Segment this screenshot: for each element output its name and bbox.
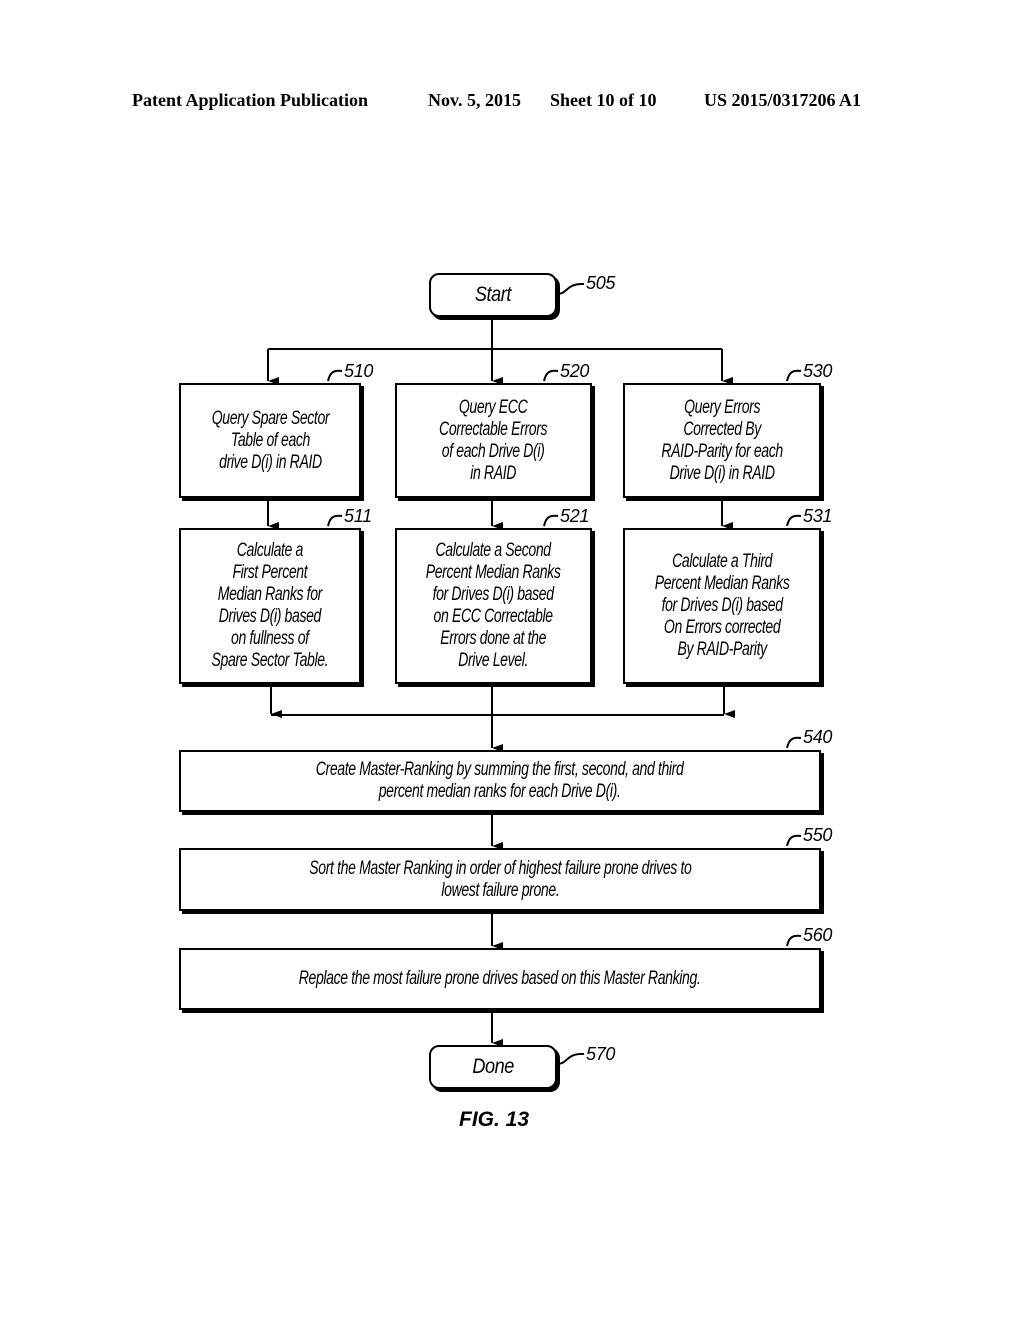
ref-531: 531 (803, 506, 833, 526)
ref-511: 511 (344, 506, 372, 526)
node-text-line: Query Spare Sector (211, 407, 329, 429)
node-text-line: Median Ranks for (217, 584, 323, 605)
leader-540 (786, 736, 802, 749)
node-text-line: Correctable Errors (439, 418, 548, 440)
ref-510: 510 (344, 361, 374, 381)
leader-570 (556, 1052, 585, 1065)
ref-520: 520 (560, 361, 590, 381)
node-text-line: for Drives D(i) based (432, 584, 555, 605)
node-text-line: Query ECC (459, 396, 528, 418)
node-text-line: Drive D(i) in RAID (669, 462, 775, 484)
node-text-line: Replace the most failure prone drives ba… (299, 968, 701, 989)
replace-drives-node: Replace the most failure prone drives ba… (179, 948, 821, 1010)
node-text-line: drive D(i) in RAID (218, 451, 322, 473)
start-node: Start (429, 273, 557, 317)
calc-second-rank-node: Calculate a Second Percent Median Ranks … (395, 528, 592, 684)
node-text-line: Query Errors (683, 396, 760, 418)
node-text-line: Spare Sector Table. (211, 650, 329, 671)
node-text-line: Corrected By (683, 418, 761, 440)
leader-521 (543, 514, 559, 527)
leader-505 (556, 282, 585, 295)
node-text-line: Percent Median Ranks (426, 562, 561, 583)
ref-550: 550 (803, 825, 833, 845)
ref-521: 521 (560, 506, 590, 526)
node-text-line: percent median ranks for each Drive D(i)… (379, 781, 621, 802)
node-text-line: On Errors corrected (663, 617, 781, 638)
ref-540: 540 (803, 727, 833, 747)
node-text-line: for Drives D(i) based (661, 595, 783, 616)
node-text-line: Errors done at the (440, 628, 547, 649)
calc-first-rank-node: Calculate a First Percent Median Ranks f… (179, 528, 361, 684)
ref-570: 570 (586, 1044, 616, 1064)
node-text-line: Table of each (230, 429, 310, 451)
query-ecc-node: Query ECC Correctable Errors of each Dri… (395, 383, 592, 498)
leader-511 (327, 514, 343, 527)
node-text-line: RAID-Parity for each (661, 440, 783, 462)
leader-510 (327, 369, 343, 382)
leader-530 (786, 369, 802, 382)
node-text-line: in RAID (470, 462, 517, 484)
leader-550 (786, 834, 802, 847)
node-text-line: of each Drive D(i) (442, 440, 545, 462)
node-text-line: Create Master-Ranking by summing the fir… (316, 759, 684, 780)
node-text-line: on ECC Correctable (433, 606, 554, 627)
node-text-line: Calculate a Second (435, 540, 552, 561)
create-master-ranking-node: Create Master-Ranking by summing the fir… (179, 750, 821, 812)
ref-530: 530 (803, 361, 833, 381)
ref-505: 505 (586, 273, 616, 293)
leader-520 (543, 369, 559, 382)
node-text-line: Sort the Master Ranking in order of high… (308, 857, 692, 879)
ref-560: 560 (803, 925, 833, 945)
sort-master-ranking-node: Sort the Master Ranking in order of high… (179, 848, 821, 911)
start-label: Start (474, 283, 511, 306)
node-text-line: Calculate a (236, 540, 304, 561)
node-text-line: lowest failure prone. (440, 879, 559, 901)
node-text-line: Calculate a Third (672, 551, 772, 572)
leader-531 (786, 514, 802, 527)
done-label: Done (472, 1055, 514, 1078)
node-text-line: Drive Level. (458, 650, 529, 671)
node-text-line: Percent Median Ranks (654, 573, 790, 594)
node-text-line: Drives D(i) based (218, 606, 322, 627)
leader-560 (786, 934, 802, 947)
node-text-line: By RAID-Parity (677, 639, 767, 660)
figure-label: FIG. 13 (459, 1108, 530, 1131)
node-text-line: First Percent (232, 562, 308, 583)
done-node: Done (429, 1045, 557, 1089)
query-raid-parity-node: Query Errors Corrected By RAID-Parity fo… (623, 383, 821, 498)
node-text-line: on fullness of (231, 628, 309, 649)
calc-third-rank-node: Calculate a Third Percent Median Ranks f… (623, 528, 821, 684)
query-spare-sector-node: Query Spare Sector Table of each drive D… (179, 383, 361, 498)
